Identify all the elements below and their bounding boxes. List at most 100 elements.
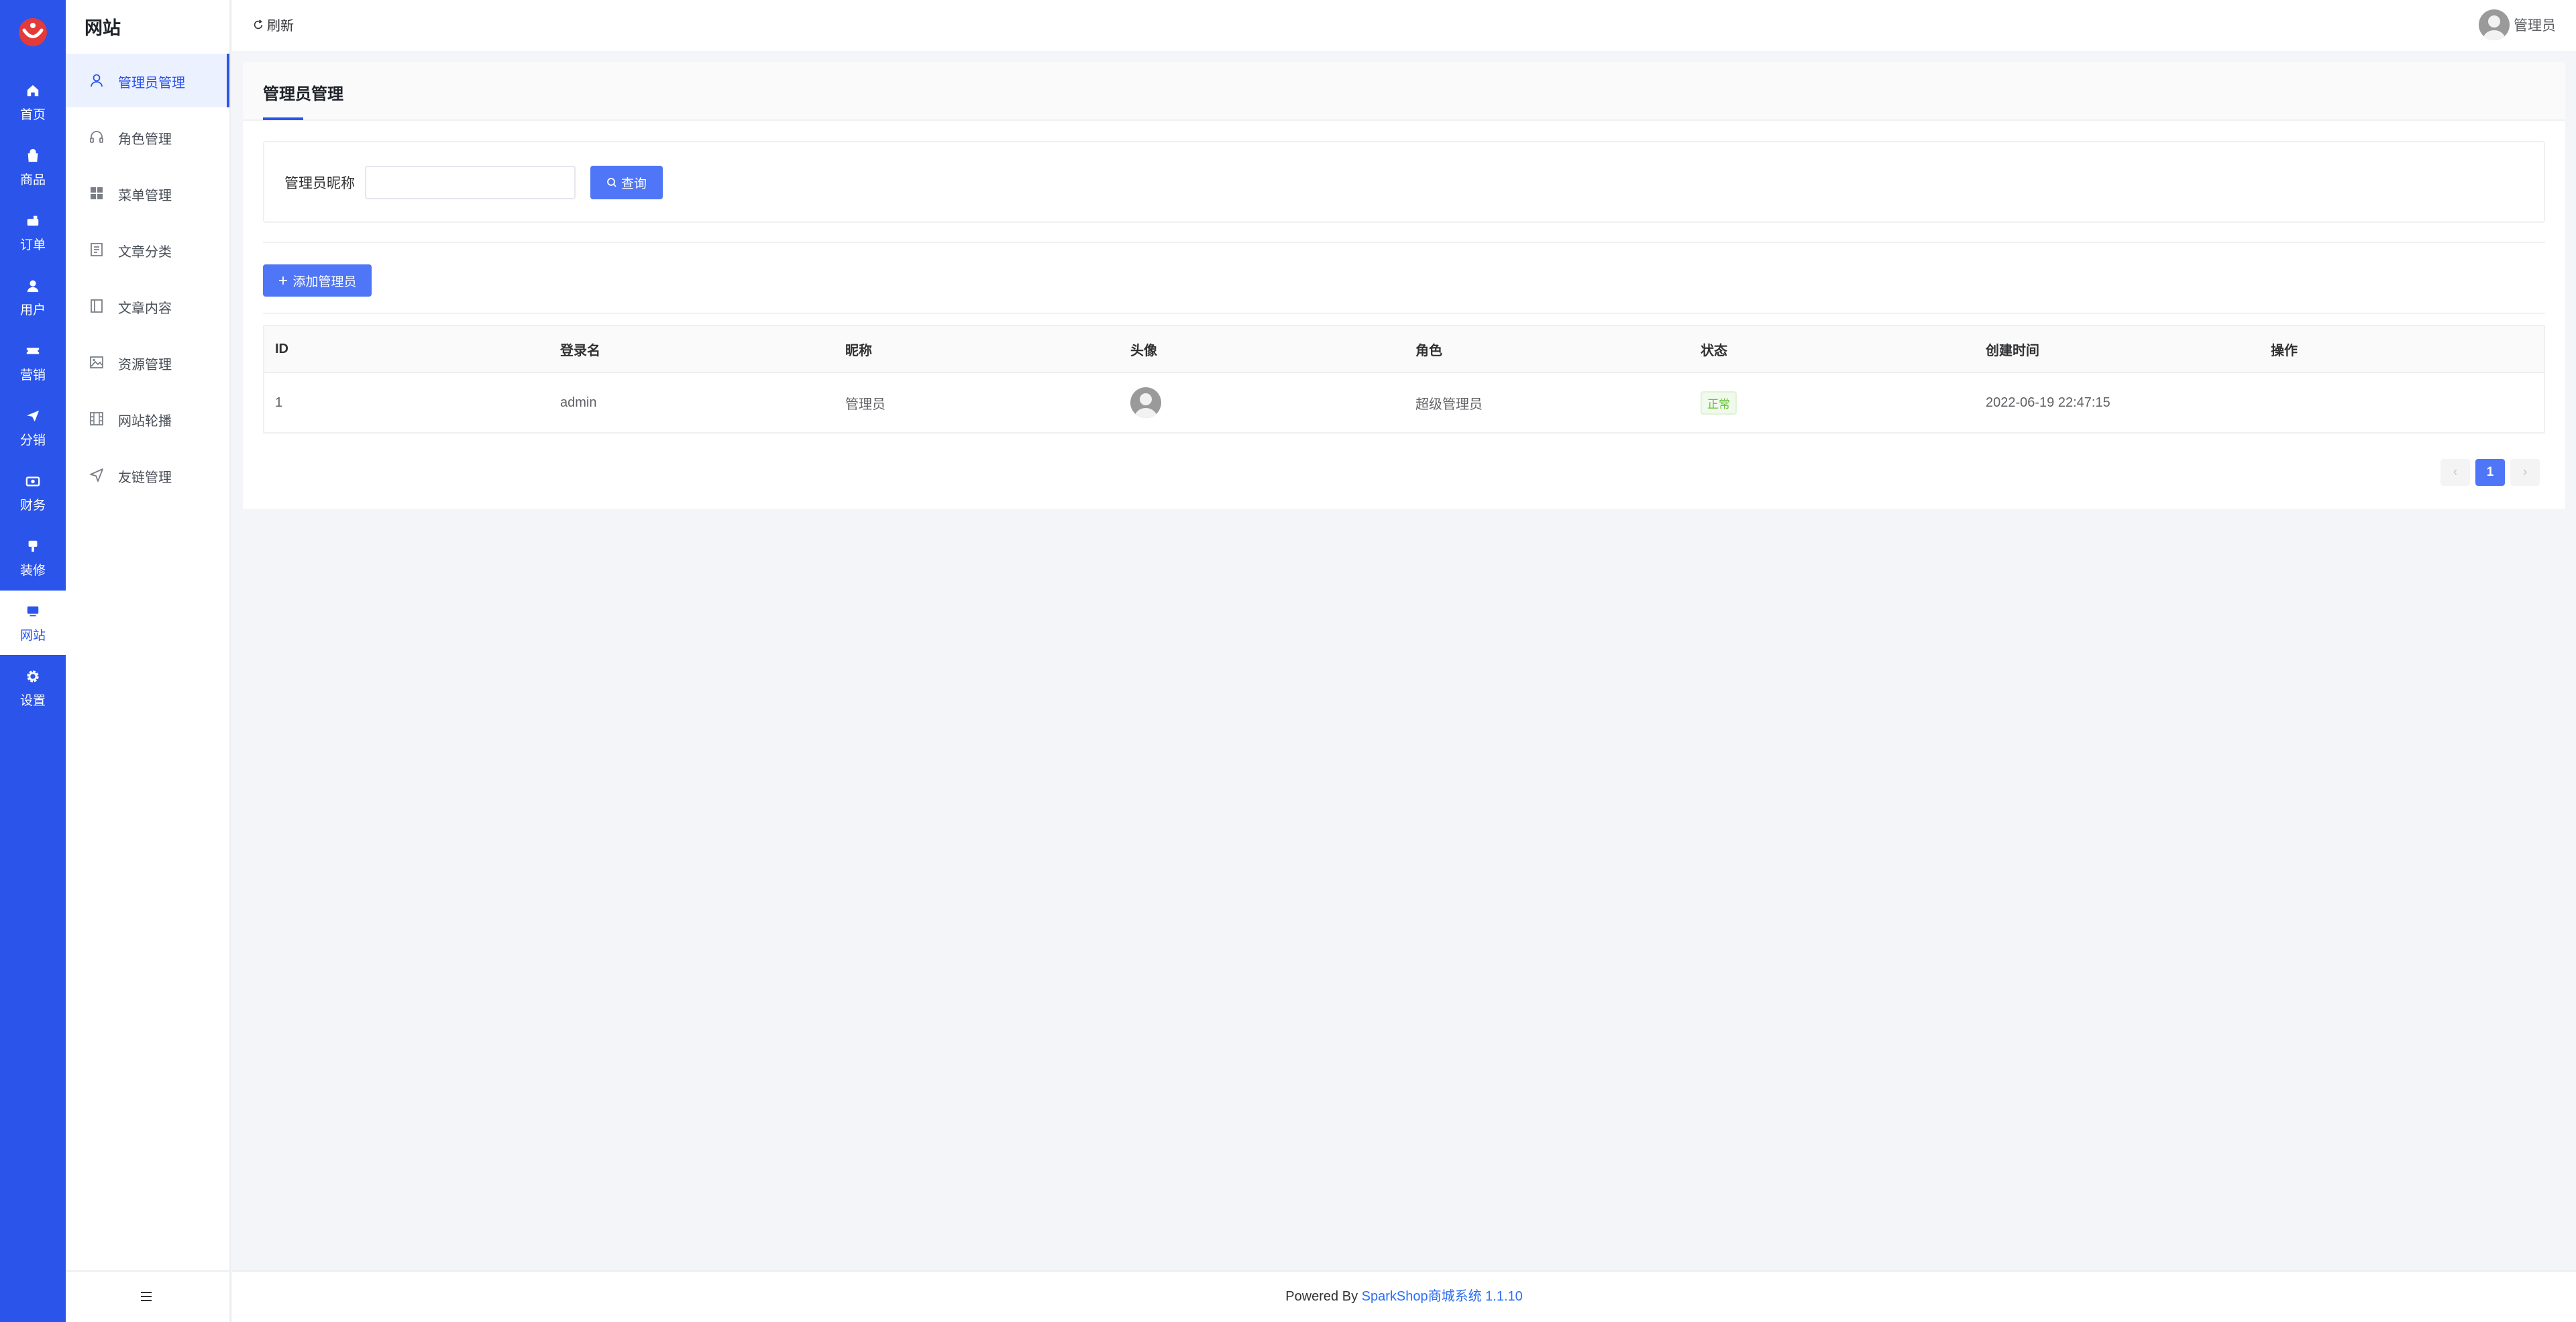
- image-icon: [90, 356, 103, 368]
- sidebar-item-label: 友链管理: [118, 470, 172, 485]
- column-header: 头像: [1130, 343, 1157, 358]
- column-header: 状态: [1701, 343, 1727, 358]
- refresh-label: 刷新: [267, 19, 294, 34]
- rail-item-distribution[interactable]: 分销: [0, 395, 66, 460]
- rail-item-label: 设置: [19, 694, 46, 708]
- add-admin-button[interactable]: 添加管理员: [263, 264, 372, 297]
- nickname-search-input[interactable]: [365, 166, 576, 199]
- page-title: 管理员管理: [263, 85, 343, 103]
- order-icon: [0, 213, 66, 236]
- user-menu[interactable]: 管理员: [2479, 9, 2556, 40]
- headset-icon: [90, 131, 103, 143]
- navigation-icon: [90, 468, 103, 482]
- prev-page-button[interactable]: ‹: [2440, 459, 2470, 486]
- rail-item-finance[interactable]: 财务: [0, 460, 66, 525]
- sidebar-item-label: 菜单管理: [118, 189, 172, 203]
- sidebar-item-label: 文章分类: [118, 245, 172, 260]
- cell-role: 超级管理员: [1415, 397, 1483, 412]
- rail-item-label: 用户: [19, 303, 46, 317]
- rail-item-label: 财务: [19, 499, 46, 513]
- sidebar-collapse-area: [66, 1270, 229, 1322]
- brush-icon: [0, 539, 66, 562]
- rail-item-label: 网站: [19, 629, 46, 643]
- logo-icon: [19, 18, 47, 46]
- search-button-label: 查询: [621, 176, 647, 191]
- avatar: [2479, 9, 2510, 40]
- sidebar-item-article-categories[interactable]: 文章分类: [66, 223, 229, 276]
- cell-created: 2022-06-19 22:47:15: [1986, 395, 2110, 410]
- cell-id: 1: [275, 395, 283, 410]
- rail-item-decoration[interactable]: 装修: [0, 525, 66, 590]
- user-outline-icon: [91, 74, 103, 87]
- rail-item-marketing[interactable]: 营销: [0, 330, 66, 395]
- sidebar-item-menus[interactable]: 菜单管理: [66, 166, 229, 220]
- hamburger-icon[interactable]: [140, 1290, 153, 1303]
- main-card: 管理员管理 管理员昵称 查询 添加管理员 ID 登录名 昵称 头像 角色 状态 …: [243, 62, 2565, 509]
- sub-sidebar: 网站 管理员管理 角色管理 菜单管理 文章分类 文章内容 资源管理 网站轮播 友…: [66, 0, 231, 1322]
- rail-item-settings[interactable]: 设置: [0, 656, 66, 720]
- sidebar-item-label: 网站轮播: [118, 414, 172, 429]
- cell-avatar: [1120, 373, 1161, 432]
- admin-table: ID 登录名 昵称 头像 角色 状态 创建时间 操作 1 admin 管理员 超…: [263, 325, 2545, 434]
- table-row: 1 admin 管理员 超级管理员 正常 2022-06-19 22:47:15: [264, 373, 2544, 432]
- sidebar-item-label: 管理员管理: [118, 76, 185, 91]
- film-icon: [90, 412, 103, 425]
- divider: [263, 313, 2545, 314]
- column-header: 创建时间: [1986, 343, 2039, 358]
- sidebar-item-admins[interactable]: 管理员管理: [66, 54, 229, 107]
- rail-item-goods[interactable]: 商品: [0, 135, 66, 199]
- page-number[interactable]: 1: [2475, 459, 2505, 486]
- user-name: 管理员: [2514, 18, 2556, 34]
- money-icon: [0, 474, 66, 497]
- avatar: [1130, 387, 1161, 418]
- pagination: ‹ 1 ›: [2440, 459, 2540, 486]
- sidebar-item-label: 资源管理: [118, 358, 172, 372]
- send-icon: [0, 409, 66, 431]
- title-underline: [263, 117, 303, 120]
- cell-actions: [2260, 373, 2271, 432]
- plus-icon: [279, 276, 288, 285]
- rail-item-label: 商品: [19, 173, 46, 187]
- add-admin-label: 添加管理员: [292, 274, 357, 289]
- refresh-button[interactable]: 刷新: [252, 15, 294, 34]
- rail-item-label: 首页: [19, 108, 46, 122]
- rail-item-users[interactable]: 用户: [0, 265, 66, 329]
- column-header: 登录名: [560, 343, 600, 358]
- column-header: 角色: [1415, 343, 1442, 358]
- cell-nickname: 管理员: [845, 397, 885, 412]
- filter-label: 管理员昵称: [284, 176, 355, 191]
- cell-status: 正常: [1690, 373, 1737, 432]
- refresh-icon: [254, 19, 263, 29]
- next-page-button[interactable]: ›: [2510, 459, 2540, 486]
- rail-item-website[interactable]: 网站: [0, 591, 66, 655]
- card-header: 管理员管理: [243, 62, 2565, 121]
- rail-item-label: 装修: [19, 564, 46, 578]
- sidebar-item-label: 文章内容: [118, 301, 172, 316]
- sidebar-item-banners[interactable]: 网站轮播: [66, 392, 229, 446]
- rail-item-label: 营销: [19, 368, 46, 383]
- user-icon: [0, 278, 66, 301]
- sidebar-item-article-content[interactable]: 文章内容: [66, 279, 229, 333]
- search-button[interactable]: 查询: [590, 166, 663, 199]
- rail-item-label: 订单: [19, 238, 46, 252]
- search-icon: [607, 178, 616, 187]
- column-header: ID: [275, 341, 288, 356]
- book-icon: [91, 299, 103, 313]
- rail-item-home[interactable]: 首页: [0, 70, 66, 134]
- sidebar-item-roles[interactable]: 角色管理: [66, 110, 229, 164]
- grid-icon: [91, 187, 103, 199]
- status-badge: 正常: [1701, 391, 1737, 415]
- sidebar-item-resources[interactable]: 资源管理: [66, 336, 229, 389]
- filter-panel: 管理员昵称 查询: [263, 141, 2545, 223]
- column-header: 昵称: [845, 343, 872, 358]
- sidebar-item-links[interactable]: 友链管理: [66, 448, 229, 502]
- gear-icon: [0, 669, 66, 692]
- sidebar-item-label: 角色管理: [118, 132, 172, 147]
- footer-link[interactable]: SparkShop商城系统 1.1.10: [1362, 1289, 1523, 1304]
- footer: Powered By SparkShop商城系统 1.1.10: [232, 1270, 2576, 1322]
- rail-item-orders[interactable]: 订单: [0, 200, 66, 264]
- footer-prefix: Powered By: [1285, 1289, 1362, 1304]
- home-icon: [0, 83, 66, 106]
- ticket-icon: [0, 344, 66, 366]
- list-doc-icon: [91, 243, 103, 256]
